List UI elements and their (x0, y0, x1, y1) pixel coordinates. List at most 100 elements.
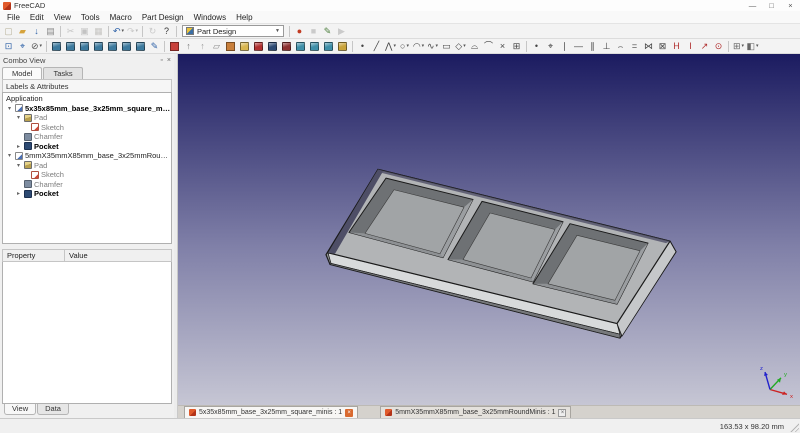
constraint-equal-button[interactable]: = (628, 40, 641, 53)
new-file-button[interactable]: ▢ (2, 25, 15, 38)
view-rear-button[interactable] (106, 40, 119, 53)
tab-view-properties[interactable]: View (4, 404, 37, 415)
sketch-line-button[interactable]: ╱ (370, 40, 383, 53)
reorient-sketch-button[interactable] (224, 40, 237, 53)
tree-item-pad-1[interactable]: ▾ Pad (3, 113, 171, 123)
constraint-distance-button[interactable]: ↗ (698, 40, 711, 53)
create-sketch-button[interactable] (168, 40, 181, 53)
menu-item-edit[interactable]: Edit (25, 12, 49, 23)
open-file-button[interactable]: ▰ (16, 25, 29, 38)
tab-tasks[interactable]: Tasks (43, 67, 83, 79)
constraint-lock-button[interactable]: ⊠ (656, 40, 669, 53)
tree-item-pad-2[interactable]: ▾ Pad (3, 161, 171, 171)
menu-item-tools[interactable]: Tools (76, 12, 105, 23)
menu-item-part-design[interactable]: Part Design (137, 12, 189, 23)
tree-item-sketch-1[interactable]: Sketch (3, 123, 171, 133)
leave-sketch-button[interactable]: ↑ (182, 40, 195, 53)
constraint-vertical-distance-button[interactable]: I (684, 40, 697, 53)
measure-distance-button[interactable]: ✎ (148, 40, 161, 53)
groove-button[interactable] (280, 40, 293, 53)
macro-edit-button[interactable]: ✎ (321, 25, 334, 38)
sketch-point-button[interactable]: • (356, 40, 369, 53)
view-top-button[interactable] (78, 40, 91, 53)
constraint-symmetric-button[interactable]: ⋈ (642, 40, 655, 53)
value-column-header[interactable]: Value (64, 249, 172, 262)
menu-item-file[interactable]: File (2, 12, 25, 23)
sketch-trim-button[interactable]: × (496, 40, 509, 53)
close-panel-icon[interactable]: × (167, 57, 171, 64)
menu-item-macro[interactable]: Macro (105, 12, 137, 23)
menu-item-view[interactable]: View (49, 12, 76, 23)
constraint-horizontal-button[interactable]: — (572, 40, 585, 53)
view-left-button[interactable] (134, 40, 147, 53)
constraint-horizontal-distance-button[interactable]: H (670, 40, 683, 53)
sketch-polygon-button[interactable]: ◇ ▾ (454, 40, 467, 53)
float-panel-icon[interactable]: ▫ (160, 57, 162, 64)
revolution-button[interactable] (252, 40, 265, 53)
tree-item-pocket-2[interactable]: ▸ Pocket (3, 189, 171, 199)
sketch-slot-button[interactable]: ⌓ (468, 40, 481, 53)
constraint-coincident-button[interactable]: • (530, 40, 543, 53)
tree-document-2[interactable]: ▾ 5mmX35mmX85mm_base_3x25mmRoundMinis (3, 151, 171, 161)
linear-pattern-button[interactable] (308, 40, 321, 53)
pocket-button[interactable] (266, 40, 279, 53)
constraint-radius-button[interactable]: ⊙ (712, 40, 725, 53)
sketch-circle-button[interactable]: ○ ▾ (398, 40, 411, 53)
select-mode-button[interactable]: ◧ ▾ (746, 40, 759, 53)
close-tab-icon[interactable]: × (345, 408, 354, 417)
save-button[interactable]: ↓ (30, 25, 43, 38)
view-right-button[interactable] (92, 40, 105, 53)
close-button[interactable]: × (781, 0, 800, 11)
minimize-button[interactable]: — (743, 0, 762, 11)
whats-this-button[interactable]: ? (160, 25, 173, 38)
tree-document-1[interactable]: ▾ 5x35x85mm_base_3x25mm_square_minis (3, 104, 171, 114)
view-isometric-button[interactable] (50, 40, 63, 53)
menu-item-windows[interactable]: Windows (189, 12, 231, 23)
property-column-header[interactable]: Property (2, 249, 64, 262)
view-sketch-button[interactable]: ↑ (196, 40, 209, 53)
close-tab-icon[interactable]: × (558, 408, 567, 417)
pad-button[interactable] (238, 40, 251, 53)
mdi-tab-round-minis[interactable]: 5mmX35mmX85mm_base_3x25mmRoundMinis : 1 … (380, 406, 572, 418)
tree-item-pocket-1[interactable]: ▸ Pocket (3, 142, 171, 152)
print-button[interactable]: ▤ (44, 25, 57, 38)
polar-pattern-button[interactable] (322, 40, 335, 53)
multitransform-button[interactable] (336, 40, 349, 53)
tab-data-properties[interactable]: Data (37, 404, 69, 415)
sketch-arc-button[interactable]: ◠ ▾ (412, 40, 425, 53)
property-editor[interactable] (2, 262, 172, 404)
undo-button[interactable]: ↶ ▾ (112, 25, 125, 38)
3d-viewport[interactable]: x y z (178, 54, 800, 405)
sketch-polyline-button[interactable]: ⋀ ▾ (384, 40, 397, 53)
view-bottom-button[interactable] (120, 40, 133, 53)
sketch-fillet-button[interactable]: ⌒ (482, 40, 495, 53)
constraint-vertical-button[interactable]: ∣ (558, 40, 571, 53)
constraint-point-on-object-button[interactable]: ⌖ (544, 40, 557, 53)
map-sketch-button[interactable]: ▱ (210, 40, 223, 53)
menu-item-help[interactable]: Help (231, 12, 257, 23)
3d-scene[interactable]: x y z (178, 54, 800, 405)
macro-record-button[interactable]: ● (293, 25, 306, 38)
tree-root-application[interactable]: Application (3, 94, 171, 104)
expand-arrow-icon[interactable]: ▾ (15, 162, 22, 169)
fit-selection-button[interactable]: ⌖ (16, 40, 29, 53)
expand-arrow-icon[interactable]: ▾ (6, 152, 13, 159)
mdi-tab-square-minis[interactable]: 5x35x85mm_base_3x25mm_square_minis : 1 × (184, 406, 359, 418)
toggle-grid-button[interactable]: ⊞ ▾ (732, 40, 745, 53)
collapse-arrow-icon[interactable]: ▸ (15, 143, 22, 150)
tree-item-sketch-2[interactable]: Sketch (3, 170, 171, 180)
expand-arrow-icon[interactable]: ▾ (15, 114, 22, 121)
expand-arrow-icon[interactable]: ▾ (6, 105, 13, 112)
sketch-bspline-button[interactable]: ∿ ▾ (426, 40, 439, 53)
maximize-button[interactable]: □ (762, 0, 781, 11)
tab-model[interactable]: Model (2, 67, 43, 79)
constraint-tangent-button[interactable]: ⌢ (614, 40, 627, 53)
sketch-rectangle-button[interactable]: ▭ (440, 40, 453, 53)
view-front-button[interactable] (64, 40, 77, 53)
resize-grip[interactable] (789, 422, 799, 432)
fit-all-button[interactable]: ⊡ (2, 40, 15, 53)
tree-item-chamfer-1[interactable]: Chamfer (3, 132, 171, 142)
constraint-parallel-button[interactable]: ∥ (586, 40, 599, 53)
collapse-arrow-icon[interactable]: ▸ (15, 190, 22, 197)
draw-style-button[interactable]: ⊘ ▾ (30, 40, 43, 53)
